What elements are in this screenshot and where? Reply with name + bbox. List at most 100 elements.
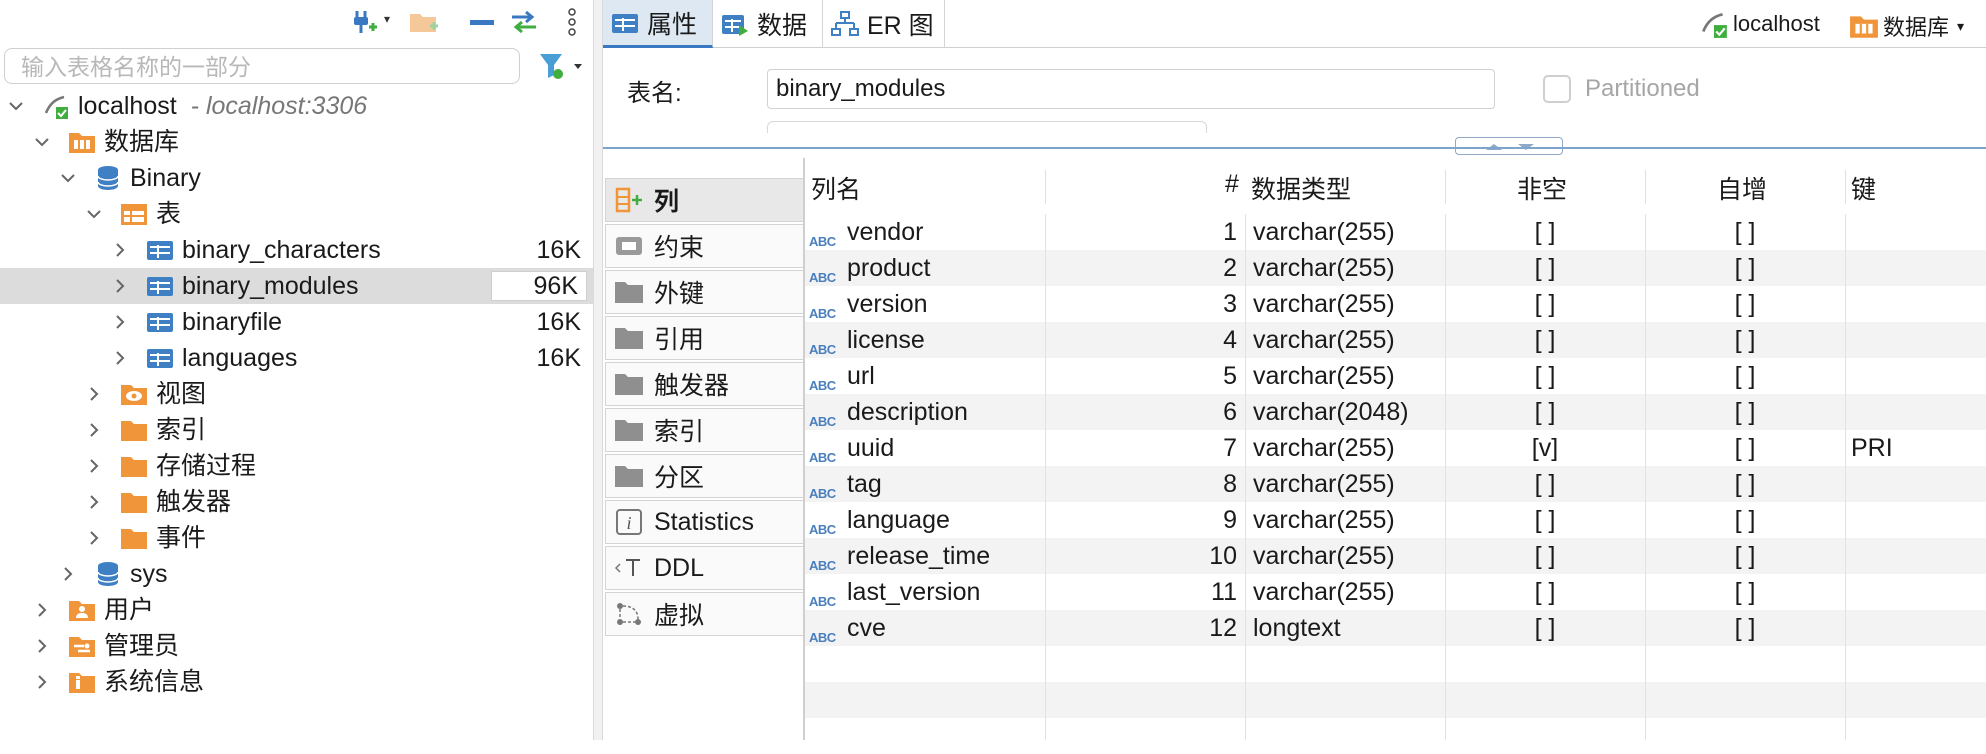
cell-auto-increment[interactable]: [ ] [1645,250,1845,286]
table-row[interactable]: ABC product 2 varchar(255)[ ][ ] [805,250,1986,286]
cell-not-null[interactable]: [ ] [1445,286,1645,322]
chevron-down-icon[interactable] [58,160,78,196]
tree-item-databases[interactable]: 数据库 [0,124,593,160]
collapse-panel-handle[interactable] [1455,137,1563,155]
side-tab-indexes[interactable]: 索引 [605,408,803,452]
cell-ordinal[interactable]: 9 [1185,502,1237,538]
side-tab-partitions[interactable]: 分区 [605,454,803,498]
filter-icon[interactable] [536,50,586,82]
cell-ordinal[interactable]: 4 [1185,322,1237,358]
cell-auto-increment[interactable]: [ ] [1645,610,1845,646]
empty-row[interactable] [805,646,1986,682]
table-name-input[interactable]: binary_modules [767,69,1495,109]
tree-item-table[interactable]: languages 16K [0,340,593,376]
cell-auto-increment[interactable]: [ ] [1645,466,1845,502]
table-row[interactable]: ABC description 6 varchar(2048)[ ][ ] [805,394,1986,430]
tree-item-events[interactable]: 事件 [0,520,593,556]
side-tab-ddl[interactable]: DDL [605,546,803,590]
cell-not-null[interactable]: [ ] [1445,466,1645,502]
link-with-editor-icon[interactable] [508,6,540,38]
chevron-right-icon[interactable] [84,412,104,448]
cell-auto-increment[interactable]: [ ] [1645,394,1845,430]
empty-row[interactable] [805,682,1986,718]
active-database[interactable]: 数据库 ▾ [1849,10,1964,42]
cell-auto-increment[interactable]: [ ] [1645,430,1845,466]
tree-item-table[interactable]: binary_characters 16K [0,232,593,268]
cell-ordinal[interactable]: 12 [1185,610,1237,646]
chevron-down-icon[interactable] [84,196,104,232]
cell-data-type[interactable]: varchar(255) [1253,430,1395,466]
cell-column-name[interactable]: version [847,286,928,322]
cell-data-type[interactable]: varchar(255) [1253,358,1395,394]
cell-ordinal[interactable]: 6 [1185,394,1237,430]
header-key[interactable]: 键 [1851,170,1876,206]
chevron-right-icon[interactable] [32,628,52,664]
cell-column-name[interactable]: last_version [847,574,980,610]
chevron-down-icon[interactable] [6,88,26,124]
table-row[interactable]: ABC cve 12 longtext[ ][ ] [805,610,1986,646]
cell-auto-increment[interactable]: [ ] [1645,322,1845,358]
tree-item-binary-db[interactable]: Binary [0,160,593,196]
chevron-right-icon[interactable] [32,592,52,628]
engine-field[interactable] [767,121,1207,133]
cell-auto-increment[interactable]: [ ] [1645,538,1845,574]
new-folder-icon[interactable] [408,6,440,38]
checkbox-box[interactable] [1543,75,1571,103]
cell-auto-increment[interactable]: [ ] [1645,214,1845,250]
table-row[interactable]: ABC last_version 11 varchar(255)[ ][ ] [805,574,1986,610]
cell-not-null[interactable]: [ ] [1445,502,1645,538]
side-tab-columns[interactable]: 列 [605,178,803,222]
tree-item-indexes[interactable]: 索引 [0,412,593,448]
chevron-right-icon[interactable] [84,520,104,556]
table-row[interactable]: ABC tag 8 varchar(255)[ ][ ] [805,466,1986,502]
cell-not-null[interactable]: [ ] [1445,538,1645,574]
header-column-name[interactable]: 列名 [811,170,861,206]
tree-item-triggers[interactable]: 触发器 [0,484,593,520]
cell-not-null[interactable]: [ ] [1445,610,1645,646]
tab-er-diagram[interactable]: ER 图 [823,0,945,48]
cell-column-name[interactable]: release_time [847,538,990,574]
cell-ordinal[interactable]: 11 [1185,574,1237,610]
cell-ordinal[interactable]: 10 [1185,538,1237,574]
cell-not-null[interactable]: [ ] [1445,394,1645,430]
cell-not-null[interactable]: [v] [1445,430,1645,466]
side-tab-references[interactable]: 引用 [605,316,803,360]
tree-item-views[interactable]: 视图 [0,376,593,412]
table-row[interactable]: ABC version 3 varchar(255)[ ][ ] [805,286,1986,322]
active-connection[interactable]: localhost [1699,10,1820,38]
tree-item-table-selected[interactable]: binary_modules 96K [0,268,593,304]
cell-data-type[interactable]: varchar(255) [1253,502,1395,538]
cell-not-null[interactable]: [ ] [1445,322,1645,358]
empty-row[interactable] [805,718,1986,754]
tree-item-sys-db[interactable]: sys [0,556,593,592]
side-tab-virtual[interactable]: 虚拟 [605,592,803,636]
chevron-right-icon[interactable] [110,340,130,376]
table-row[interactable]: ABC license 4 varchar(255)[ ][ ] [805,322,1986,358]
cell-column-name[interactable]: vendor [847,214,923,250]
cell-not-null[interactable]: [ ] [1445,358,1645,394]
cell-data-type[interactable]: varchar(2048) [1253,394,1409,430]
tree-item-procedures[interactable]: 存储过程 [0,448,593,484]
table-row[interactable]: ABC language 9 varchar(255)[ ][ ] [805,502,1986,538]
cell-not-null[interactable]: [ ] [1445,574,1645,610]
side-tab-triggers[interactable]: 触发器 [605,362,803,406]
cell-auto-increment[interactable]: [ ] [1645,358,1845,394]
chevron-right-icon[interactable] [58,556,78,592]
side-tab-statistics[interactable]: i Statistics [605,500,803,544]
cell-data-type[interactable]: varchar(255) [1253,214,1395,250]
header-data-type[interactable]: 数据类型 [1251,170,1351,206]
chevron-right-icon[interactable] [110,232,130,268]
tree-item-tables-folder[interactable]: 表 [0,196,593,232]
tree-item-users[interactable]: 用户 [0,592,593,628]
table-row[interactable]: ABC release_time 10 varchar(255)[ ][ ] [805,538,1986,574]
more-options-icon[interactable] [556,6,588,38]
cell-auto-increment[interactable]: [ ] [1645,502,1845,538]
cell-data-type[interactable]: varchar(255) [1253,466,1395,502]
tab-properties[interactable]: 属性 [603,0,713,48]
chevron-right-icon[interactable] [32,664,52,700]
cell-column-name[interactable]: description [847,394,968,430]
cell-ordinal[interactable]: 5 [1185,358,1237,394]
table-row[interactable]: ABC uuid 7 varchar(255) [v][ ] PRI [805,430,1986,466]
cell-ordinal[interactable]: 1 [1185,214,1237,250]
side-tab-constraints[interactable]: 约束 [605,224,803,268]
